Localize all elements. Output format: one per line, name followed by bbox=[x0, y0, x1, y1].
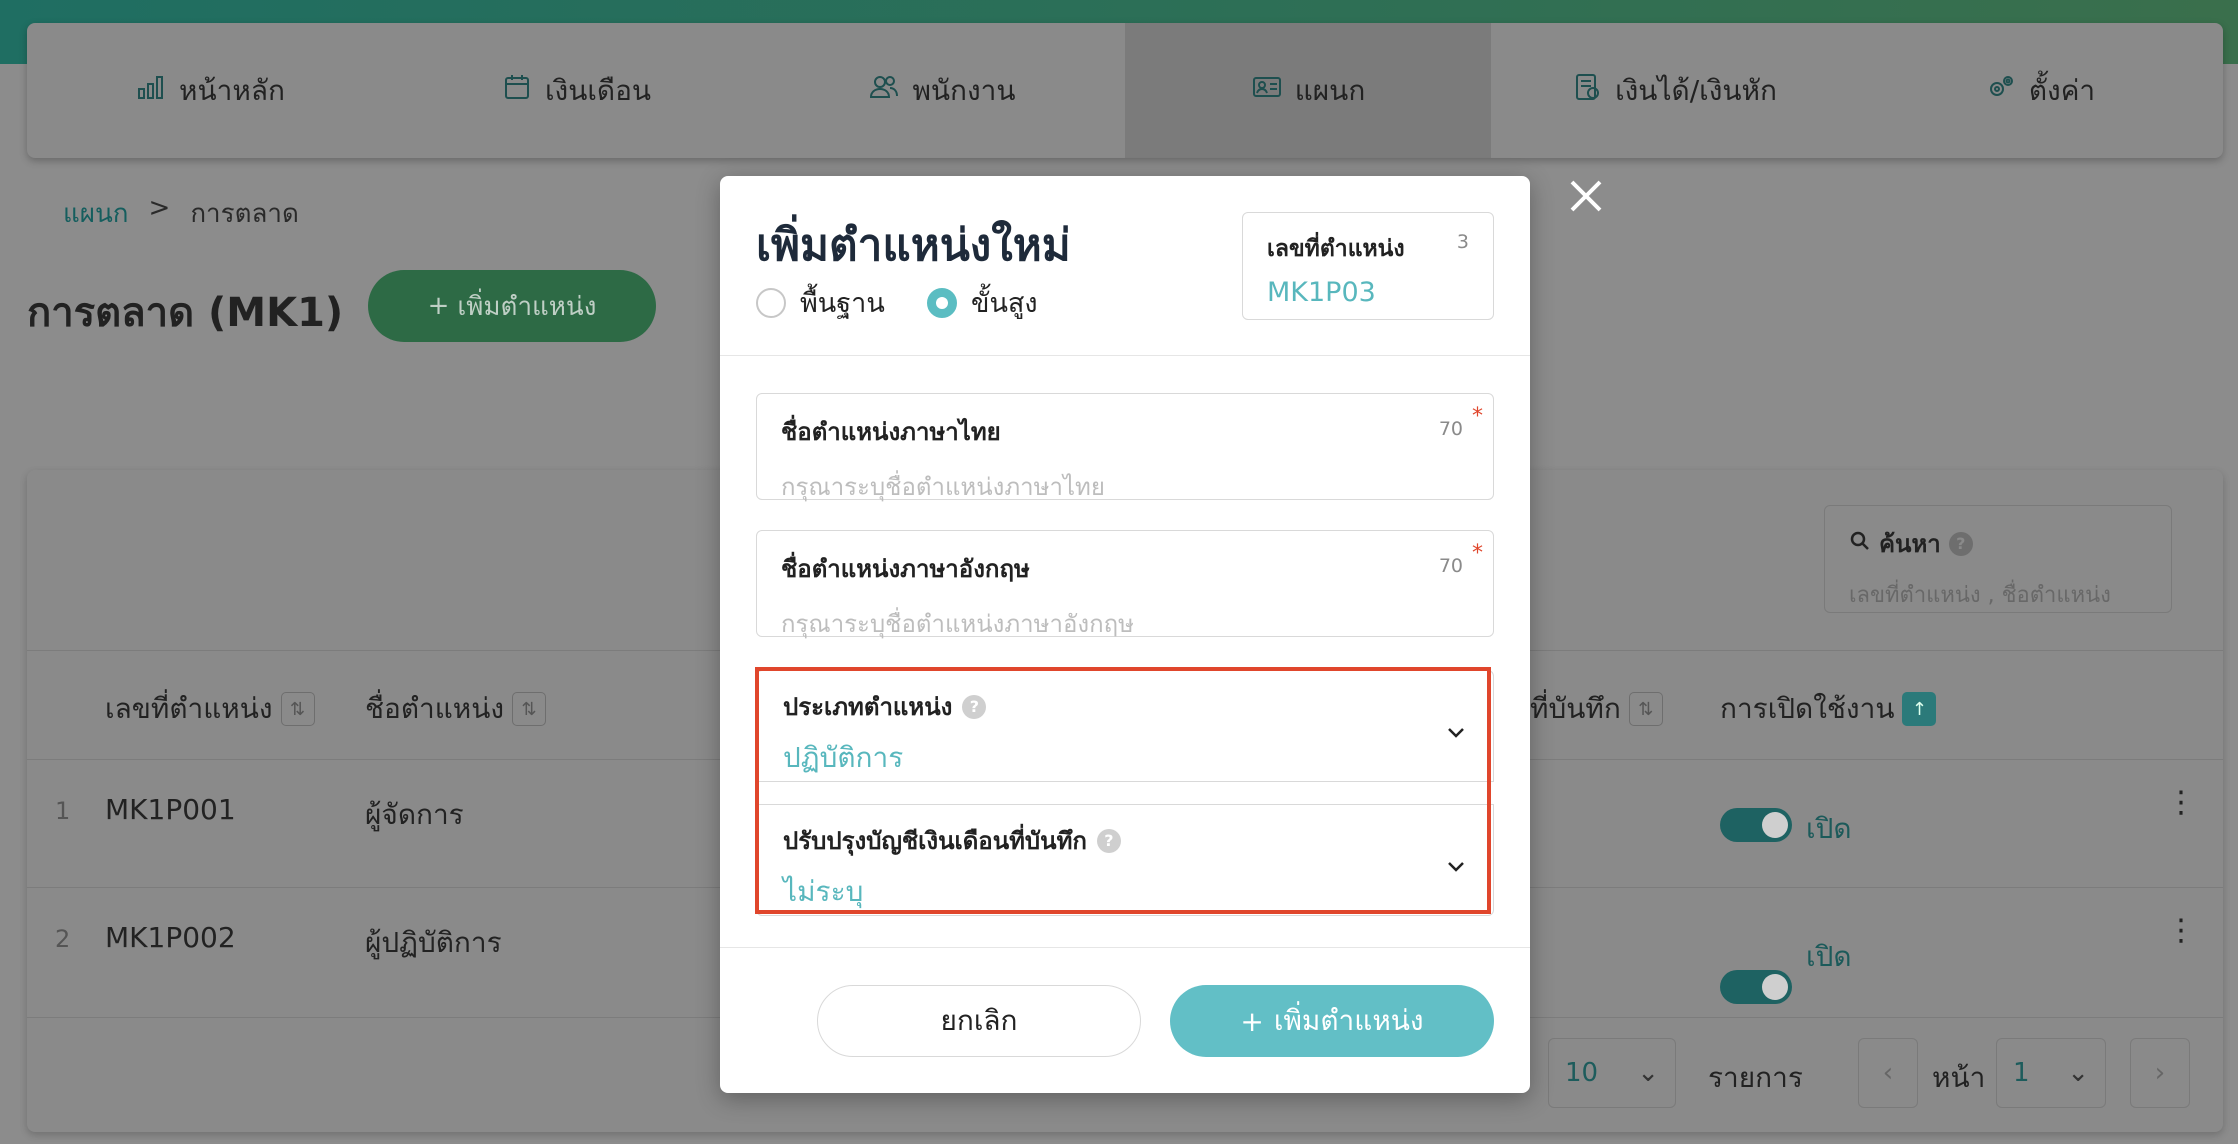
sort-icon[interactable]: ⇅ bbox=[280, 692, 315, 726]
breadcrumb-root[interactable]: แผนก bbox=[63, 193, 129, 234]
row-code: MK1P002 bbox=[105, 921, 236, 954]
submit-add-position-button[interactable]: + เพิ่มตำแหน่ง bbox=[1170, 985, 1494, 1057]
nav-item-settings[interactable]: ตั้งค่า bbox=[1857, 23, 2223, 158]
sort-icon[interactable]: ⇅ bbox=[512, 692, 547, 726]
thai-name-field[interactable]: ชื่อตำแหน่งภาษาไทย 70 * กรุณาระบุชื่อตำแ… bbox=[756, 393, 1494, 501]
nav-item-income-deduction[interactable]: เงินได้/เงินหัก bbox=[1491, 23, 1857, 158]
column-header-label: ชื่อตำแหน่ง bbox=[365, 692, 505, 725]
submit-label: เพิ่มตำแหน่ง bbox=[1273, 1004, 1424, 1037]
row-number: 2 bbox=[55, 925, 71, 953]
thai-name-label: ชื่อตำแหน่งภาษาไทย bbox=[781, 418, 1001, 446]
nav-item-employees[interactable]: พนักงาน bbox=[759, 23, 1125, 158]
page-label: หน้า bbox=[1932, 1061, 1986, 1094]
breadcrumb: แผนก > การตลาด bbox=[63, 193, 299, 234]
gears-icon bbox=[1985, 71, 2017, 110]
sort-up-icon[interactable]: ↑ bbox=[1902, 692, 1937, 726]
search-icon bbox=[1849, 530, 1871, 558]
next-page-button[interactable]: › bbox=[2130, 1038, 2190, 1108]
chevron-down-icon: ⌄ bbox=[1637, 1058, 1659, 1088]
plus-icon: + bbox=[427, 291, 450, 321]
close-icon[interactable] bbox=[1566, 176, 1606, 216]
column-header-saved[interactable]: ที่บันทึก ⇅ bbox=[1530, 687, 1663, 731]
row-name: ผู้จัดการ bbox=[365, 798, 464, 831]
page-size-select[interactable]: 10 ⌄ bbox=[1548, 1038, 1676, 1108]
nav-item-label: พนักงาน bbox=[912, 73, 1016, 107]
mode-basic-radio[interactable]: พื้นฐาน bbox=[756, 281, 885, 324]
enable-status: เปิด bbox=[1806, 812, 1852, 845]
column-header-code[interactable]: เลขที่ตำแหน่ง ⇅ bbox=[105, 687, 315, 731]
char-count: 3 bbox=[1456, 231, 1469, 253]
sort-icon[interactable]: ⇅ bbox=[1628, 692, 1663, 726]
divider bbox=[720, 355, 1530, 356]
enable-toggle[interactable] bbox=[1720, 808, 1792, 842]
english-name-placeholder: กรุณาระบุชื่อตำแหน่งภาษาอังกฤษ bbox=[781, 610, 1134, 638]
page-size-value: 10 bbox=[1565, 1058, 1599, 1088]
search-placeholder: เลขที่ตำแหน่ง , ชื่อตำแหน่ง bbox=[1849, 583, 2111, 608]
nav-item-label: เงินได้/เงินหัก bbox=[1615, 73, 1777, 107]
money-doc-icon bbox=[1571, 71, 1603, 110]
nav-item-department[interactable]: แผนก bbox=[1125, 23, 1491, 158]
row-menu-icon[interactable]: ⋮ bbox=[2166, 788, 2196, 818]
mode-advanced-radio[interactable]: ขั้นสูง bbox=[927, 281, 1038, 324]
english-name-label: ชื่อตำแหน่งภาษาอังกฤษ bbox=[781, 555, 1030, 583]
mode-basic-label: พื้นฐาน bbox=[800, 288, 885, 319]
main-nav: หน้าหลัก เงินเดือน พนักงาน แผนก เงินได้/… bbox=[27, 23, 2223, 158]
column-header-label: การเปิดใช้งาน bbox=[1720, 692, 1895, 725]
breadcrumb-separator: > bbox=[148, 193, 171, 223]
nav-item-label: ตั้งค่า bbox=[2028, 73, 2096, 107]
position-code-field[interactable]: เลขที่ตำแหน่ง 3 MK1P03 bbox=[1242, 212, 1494, 320]
thai-name-placeholder: กรุณาระบุชื่อตำแหน่งภาษาไทย bbox=[781, 473, 1105, 501]
help-icon[interactable]: ? bbox=[1948, 531, 1973, 556]
radio-selected-icon bbox=[927, 287, 957, 318]
nav-item-home[interactable]: หน้าหลัก bbox=[27, 23, 393, 158]
nav-item-label: แผนก bbox=[1294, 73, 1366, 107]
nav-item-label: เงินเดือน bbox=[544, 73, 652, 107]
column-header-label: เลขที่ตำแหน่ง bbox=[105, 692, 273, 725]
char-count: 70 bbox=[1438, 555, 1463, 577]
add-position-button[interactable]: + เพิ่มตำแหน่ง bbox=[368, 270, 656, 342]
row-name: ผู้ปฏิบัติการ bbox=[365, 926, 502, 959]
position-code-value: MK1P03 bbox=[1267, 277, 1376, 308]
users-icon bbox=[868, 71, 900, 110]
bar-chart-icon bbox=[135, 71, 167, 110]
column-header-label: ที่บันทึก bbox=[1530, 692, 1621, 725]
calendar-icon bbox=[501, 71, 533, 110]
search-input[interactable]: ค้นหา ? เลขที่ตำแหน่ง , ชื่อตำแหน่ง bbox=[1824, 505, 2172, 613]
search-label: ค้นหา bbox=[1879, 530, 1941, 558]
required-mark: * bbox=[1472, 541, 1483, 566]
chevron-down-icon: ⌄ bbox=[2067, 1058, 2089, 1088]
nav-item-label: หน้าหลัก bbox=[179, 73, 285, 107]
breadcrumb-current: การตลาด bbox=[190, 199, 299, 229]
page-value: 1 bbox=[2013, 1058, 2030, 1088]
modal-title: เพิ่มตำแหน่งใหม่ bbox=[756, 220, 1071, 271]
enable-status: เปิด bbox=[1806, 940, 1852, 973]
page-select[interactable]: 1 ⌄ bbox=[1996, 1038, 2106, 1108]
plus-icon: + bbox=[1240, 1004, 1264, 1038]
divider bbox=[720, 947, 1530, 948]
position-code-label: เลขที่ตำแหน่ง bbox=[1267, 236, 1405, 262]
row-menu-icon[interactable]: ⋮ bbox=[2166, 916, 2196, 946]
items-label: รายการ bbox=[1708, 1061, 1803, 1094]
column-header-name[interactable]: ชื่อตำแหน่ง ⇅ bbox=[365, 687, 547, 731]
row-code: MK1P001 bbox=[105, 793, 236, 826]
prev-page-button[interactable]: ‹ bbox=[1858, 1038, 1918, 1108]
mode-advanced-label: ขั้นสูง bbox=[971, 288, 1038, 319]
page-title: การตลาด (MK1) bbox=[27, 290, 344, 336]
column-header-enabled[interactable]: การเปิดใช้งาน ↑ bbox=[1720, 687, 1937, 731]
cancel-button[interactable]: ยกเลิก bbox=[817, 985, 1141, 1057]
english-name-field[interactable]: ชื่อตำแหน่งภาษาอังกฤษ 70 * กรุณาระบุชื่อ… bbox=[756, 530, 1494, 638]
enable-toggle[interactable] bbox=[1720, 970, 1792, 1004]
id-card-icon bbox=[1251, 71, 1283, 110]
radio-icon bbox=[756, 287, 786, 318]
char-count: 70 bbox=[1438, 418, 1463, 440]
add-position-label: เพิ่มตำแหน่ง bbox=[457, 291, 597, 322]
required-mark: * bbox=[1472, 404, 1483, 429]
highlight-box bbox=[755, 667, 1491, 914]
row-number: 1 bbox=[55, 797, 71, 825]
nav-item-salary[interactable]: เงินเดือน bbox=[393, 23, 759, 158]
